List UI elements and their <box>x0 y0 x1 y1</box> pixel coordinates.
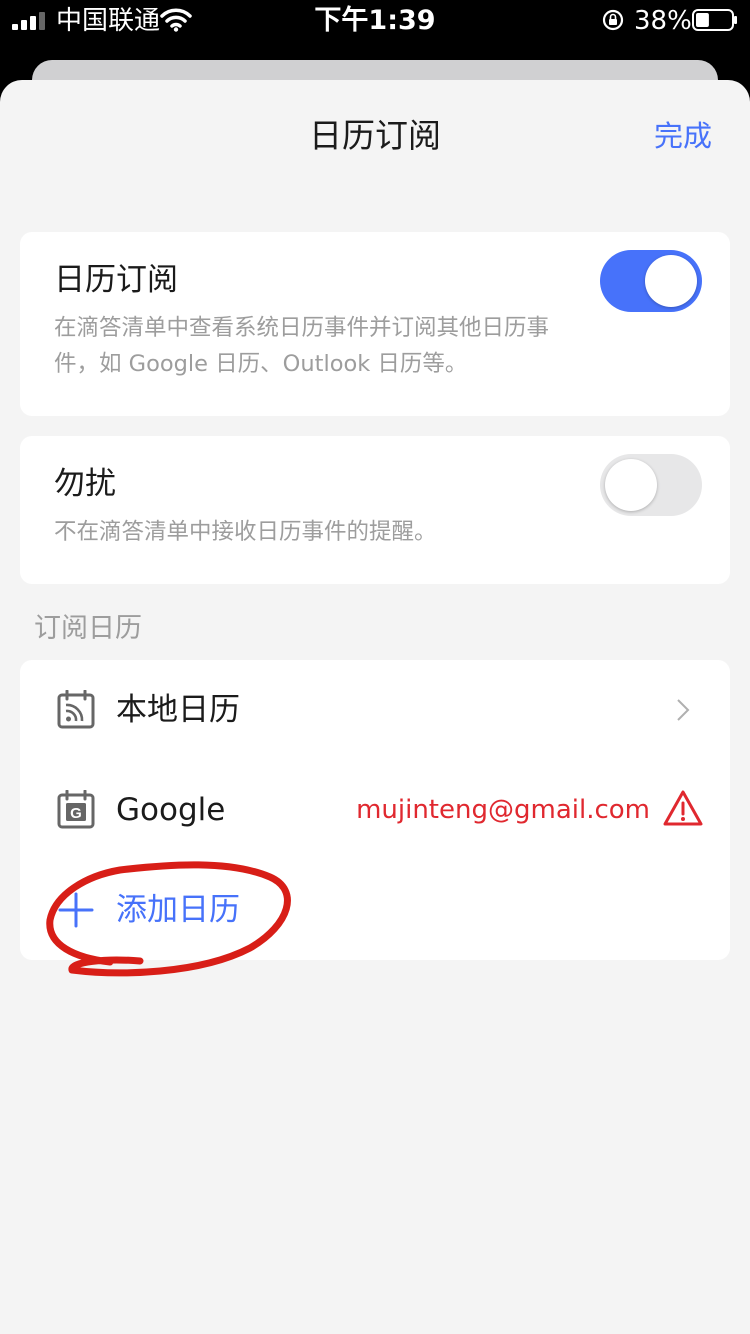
subscription-description: 在滴答清单中查看系统日历事件并订阅其他日历事件，如 Google 日历、Outl… <box>54 315 550 377</box>
svg-text:G: G <box>70 805 82 822</box>
add-calendar-label: 添加日历 <box>116 892 240 928</box>
chevron-right-icon <box>677 699 690 721</box>
calendar-name: Google <box>116 792 226 828</box>
rotation-lock-icon <box>602 9 624 31</box>
calendar-row-local[interactable]: 本地日历 <box>20 660 730 760</box>
calendar-name: 本地日历 <box>116 692 240 728</box>
google-calendar-icon: G <box>57 790 95 829</box>
toggle-knob <box>605 459 657 511</box>
section-label: 订阅日历 <box>34 613 142 644</box>
status-bar: 中国联通 下午1:39 38% <box>0 0 750 44</box>
do-not-disturb-card: 勿扰 不在滴答清单中接收日历事件的提醒。 <box>20 436 730 584</box>
add-calendar-button[interactable]: 添加日历 <box>20 860 730 960</box>
calendar-row-google[interactable]: G Google mujinteng@gmail.com <box>20 760 730 860</box>
dnd-toggle[interactable] <box>600 454 702 516</box>
subscription-title: 日历订阅 <box>54 262 178 298</box>
calendar-list: 本地日历 G Google mujinteng@gmail.com 添加日历 <box>20 660 730 960</box>
dnd-title: 勿扰 <box>54 466 116 502</box>
dnd-description: 不在滴答清单中接收日历事件的提醒。 <box>54 519 437 545</box>
battery-icon <box>692 9 737 31</box>
subscription-card: 日历订阅 在滴答清单中查看系统日历事件并订阅其他日历事件，如 Google 日历… <box>20 232 730 416</box>
toggle-knob <box>645 255 697 307</box>
rss-calendar-icon <box>57 690 95 729</box>
calendar-subscription-sheet: 日历订阅 完成 日历订阅 在滴答清单中查看系统日历事件并订阅其他日历事件，如 G… <box>0 80 750 1334</box>
battery-percentage: 38% <box>634 6 692 36</box>
subscription-toggle[interactable] <box>600 250 702 312</box>
done-button[interactable]: 完成 <box>654 116 712 156</box>
account-email: mujinteng@gmail.com <box>356 795 650 825</box>
plus-icon <box>58 892 94 928</box>
page-title: 日历订阅 <box>309 116 441 155</box>
warning-icon[interactable] <box>662 789 704 827</box>
